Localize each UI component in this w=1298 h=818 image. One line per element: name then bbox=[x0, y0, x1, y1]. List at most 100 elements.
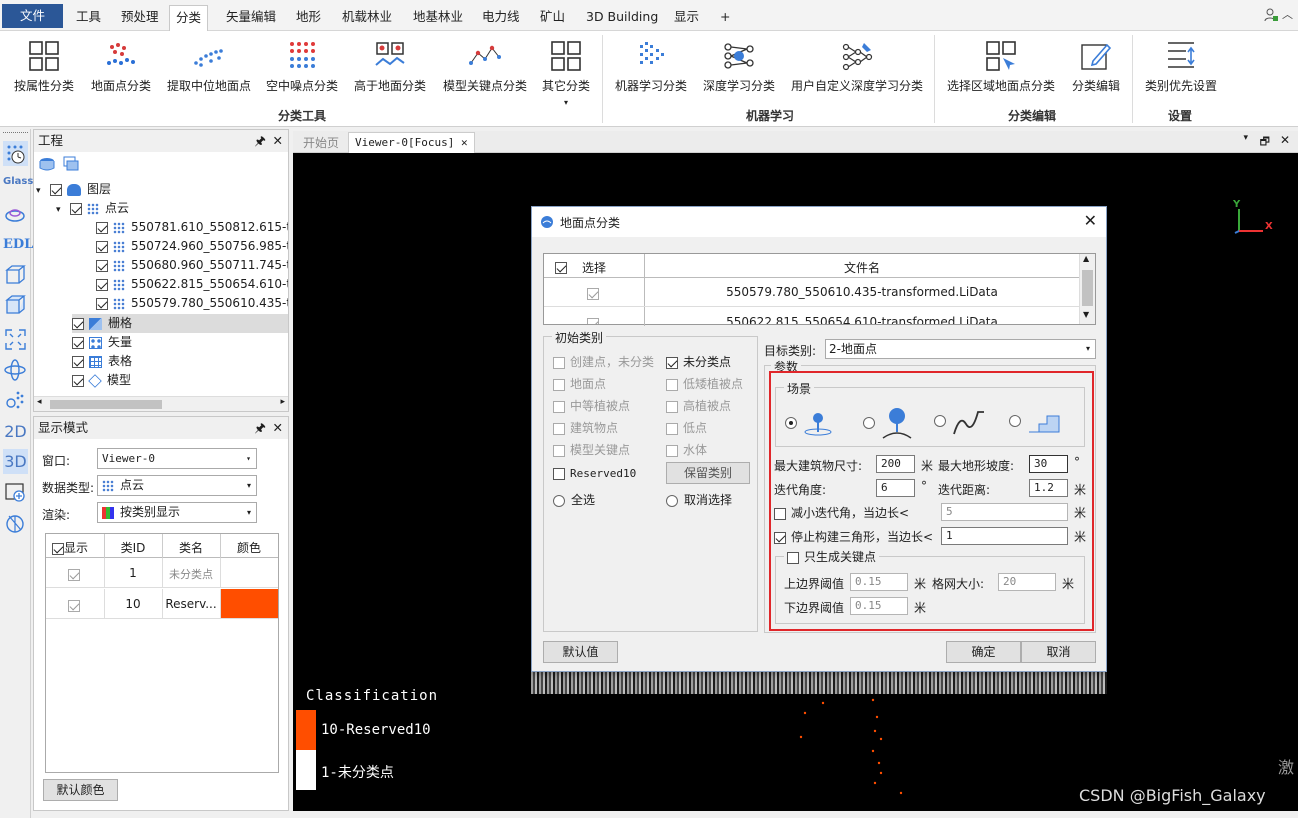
scroll-down-icon[interactable]: ▼ bbox=[1083, 310, 1089, 319]
scene-terrace-option[interactable] bbox=[1009, 408, 1061, 434]
tab-airborne-forestry[interactable]: 机载林业 bbox=[336, 5, 398, 31]
reduce-angle-checkbox[interactable]: 减小迭代角，当边长< bbox=[774, 504, 909, 521]
measure-points-icon[interactable] bbox=[3, 387, 28, 412]
row-show-checkbox[interactable] bbox=[68, 599, 80, 612]
init-class-item[interactable]: 高植被点 bbox=[666, 397, 731, 414]
ok-button[interactable]: 确定 bbox=[946, 641, 1021, 663]
glass-mode-button[interactable]: Glass bbox=[3, 175, 33, 200]
grid-size-input[interactable]: 20 bbox=[998, 573, 1056, 591]
tab-tools[interactable]: 工具 bbox=[70, 5, 107, 31]
tree-node-file[interactable]: 550724.960_550756.985-tr bbox=[96, 237, 288, 256]
reduce-angle-input[interactable]: 5 bbox=[941, 503, 1068, 521]
tab-start-page[interactable]: 开始页 bbox=[297, 133, 345, 153]
attr-classify-button[interactable]: 按属性分类 bbox=[12, 35, 76, 105]
tree-node-file[interactable]: 550680.960_550711.745-tr bbox=[96, 256, 288, 275]
init-class-item[interactable]: 低点 bbox=[666, 419, 707, 436]
user-icon[interactable] bbox=[1264, 8, 1278, 22]
region-ground-button[interactable]: 选择区域地面点分类 bbox=[944, 35, 1058, 105]
close-tab-icon[interactable]: ✕ bbox=[461, 136, 468, 149]
view-2d-button[interactable]: 2D bbox=[3, 419, 28, 444]
dialog-titlebar[interactable]: 地面点分类 ✕ bbox=[532, 207, 1106, 237]
window-select[interactable]: Viewer-0 ▾ bbox=[97, 448, 257, 469]
file-checkbox[interactable] bbox=[587, 287, 599, 300]
pin-icon[interactable]: 🖈 bbox=[254, 417, 266, 439]
add-window-icon[interactable] bbox=[3, 480, 28, 505]
layer-checkbox[interactable] bbox=[96, 278, 108, 291]
table-row[interactable]: 10 Reserv... bbox=[46, 589, 278, 619]
default-values-button[interactable]: 默认值 bbox=[543, 641, 618, 663]
tree-node-file[interactable]: 550781.610_550812.615-tr bbox=[96, 218, 288, 237]
tab-mine[interactable]: 矿山 bbox=[534, 5, 571, 31]
tab-classify[interactable]: 分类 bbox=[169, 5, 209, 31]
class-edit-button[interactable]: 分类编辑 bbox=[1066, 35, 1126, 105]
default-color-button[interactable]: 默认颜色 bbox=[43, 779, 118, 801]
air-noise-button[interactable]: 空中噪点分类 bbox=[264, 35, 340, 105]
close-icon[interactable]: ✕ bbox=[273, 417, 283, 439]
stop-triangle-input[interactable]: 1 bbox=[941, 527, 1068, 545]
layer-checkbox[interactable] bbox=[96, 240, 108, 253]
expand-chevron-icon[interactable]: ▾ bbox=[56, 201, 70, 220]
init-class-item[interactable]: 模型关键点 bbox=[553, 441, 630, 458]
close-icon[interactable]: ✕ bbox=[273, 130, 283, 152]
collapse-ribbon-icon[interactable]: ︿ bbox=[1282, 6, 1293, 22]
color-swatch[interactable] bbox=[221, 589, 278, 618]
layers-mode-icon[interactable] bbox=[3, 202, 28, 227]
table-row[interactable]: 550579.780_550610.435-transformed.LiData bbox=[544, 278, 1079, 307]
reserved-class-item[interactable]: Reserved10 bbox=[553, 467, 636, 480]
layer-checkbox[interactable] bbox=[50, 183, 62, 196]
tree-node-table[interactable]: 表格 bbox=[72, 352, 132, 371]
scrollbar-thumb[interactable] bbox=[50, 400, 162, 409]
layer-checkbox[interactable] bbox=[96, 259, 108, 272]
ground-classify-button[interactable]: 地面点分类 bbox=[88, 35, 154, 105]
keypoint-checkbox[interactable]: 只生成关键点 bbox=[784, 548, 880, 565]
tree-node-layers[interactable]: ▾ 图层 bbox=[36, 180, 111, 199]
header-show[interactable]: 显示 bbox=[52, 539, 88, 556]
scene-radio[interactable] bbox=[863, 417, 875, 429]
horizontal-scrollbar[interactable]: ◂ ▸ bbox=[34, 396, 288, 411]
layer-checkbox[interactable] bbox=[70, 202, 82, 215]
scene-radio[interactable] bbox=[1009, 415, 1021, 427]
tab-terrain[interactable]: 地形 bbox=[290, 5, 327, 31]
init-class-item[interactable]: 中等植被点 bbox=[553, 397, 630, 414]
file-checkbox[interactable] bbox=[587, 317, 599, 324]
scene-radio[interactable] bbox=[785, 417, 797, 429]
deselect-radio[interactable]: 取消选择 bbox=[666, 491, 732, 508]
tab-ground-forestry[interactable]: 地基林业 bbox=[407, 5, 469, 31]
other-classify-button[interactable]: 其它分类 ▾ bbox=[540, 35, 592, 107]
tree-node-vector[interactable]: 矢量 bbox=[72, 333, 132, 352]
layer-checkbox[interactable] bbox=[96, 221, 108, 234]
scrollbar-thumb[interactable] bbox=[1082, 270, 1093, 306]
iter-dist-input[interactable]: 1.2 bbox=[1029, 479, 1068, 497]
grip-handle[interactable] bbox=[3, 132, 28, 135]
max-slope-input[interactable]: 30 bbox=[1029, 455, 1068, 473]
pin-icon[interactable]: 🖈 bbox=[254, 130, 266, 152]
scene-hill-option[interactable] bbox=[863, 406, 913, 440]
cancel-button[interactable]: 取消 bbox=[1021, 641, 1096, 663]
tree-node-grid[interactable]: 栅格 bbox=[72, 314, 288, 333]
show-all-checkbox[interactable] bbox=[52, 542, 64, 555]
lower-threshold-input[interactable]: 0.15 bbox=[850, 597, 908, 615]
class-priority-button[interactable]: 类别优先设置 bbox=[1140, 35, 1222, 105]
scroll-up-icon[interactable]: ▲ bbox=[1083, 254, 1089, 263]
tab-vector-edit[interactable]: 矢量编辑 bbox=[220, 5, 282, 31]
init-class-item[interactable]: 水体 bbox=[666, 441, 707, 458]
scene-slope-option[interactable] bbox=[934, 406, 986, 436]
expand-chevron-icon[interactable]: ▾ bbox=[36, 182, 50, 201]
layer-checkbox[interactable] bbox=[96, 297, 108, 310]
init-class-item[interactable]: 未分类点 bbox=[666, 353, 731, 370]
tab-powerline[interactable]: 电力线 bbox=[476, 5, 526, 31]
tree-node-model[interactable]: 模型 bbox=[72, 371, 131, 390]
color-swatch[interactable] bbox=[221, 558, 278, 587]
layer-checkbox[interactable] bbox=[72, 355, 84, 368]
stop-triangle-checkbox[interactable]: 停止构建三角形，当边长< bbox=[774, 528, 933, 545]
row-show-checkbox[interactable] bbox=[68, 568, 80, 581]
above-ground-button[interactable]: 高于地面分类 bbox=[352, 35, 428, 105]
close-icon[interactable]: ✕ bbox=[1084, 211, 1097, 230]
cube-front-icon[interactable] bbox=[3, 262, 28, 287]
init-class-item[interactable]: 地面点 bbox=[553, 375, 606, 392]
target-class-select[interactable]: 2-地面点 ▾ bbox=[825, 339, 1096, 359]
layers-stack-icon[interactable] bbox=[62, 155, 80, 173]
tab-3d-building[interactable]: 3D Building bbox=[580, 5, 664, 31]
table-row[interactable]: 1 未分类点 bbox=[46, 558, 278, 588]
layer-checkbox[interactable] bbox=[72, 317, 84, 330]
